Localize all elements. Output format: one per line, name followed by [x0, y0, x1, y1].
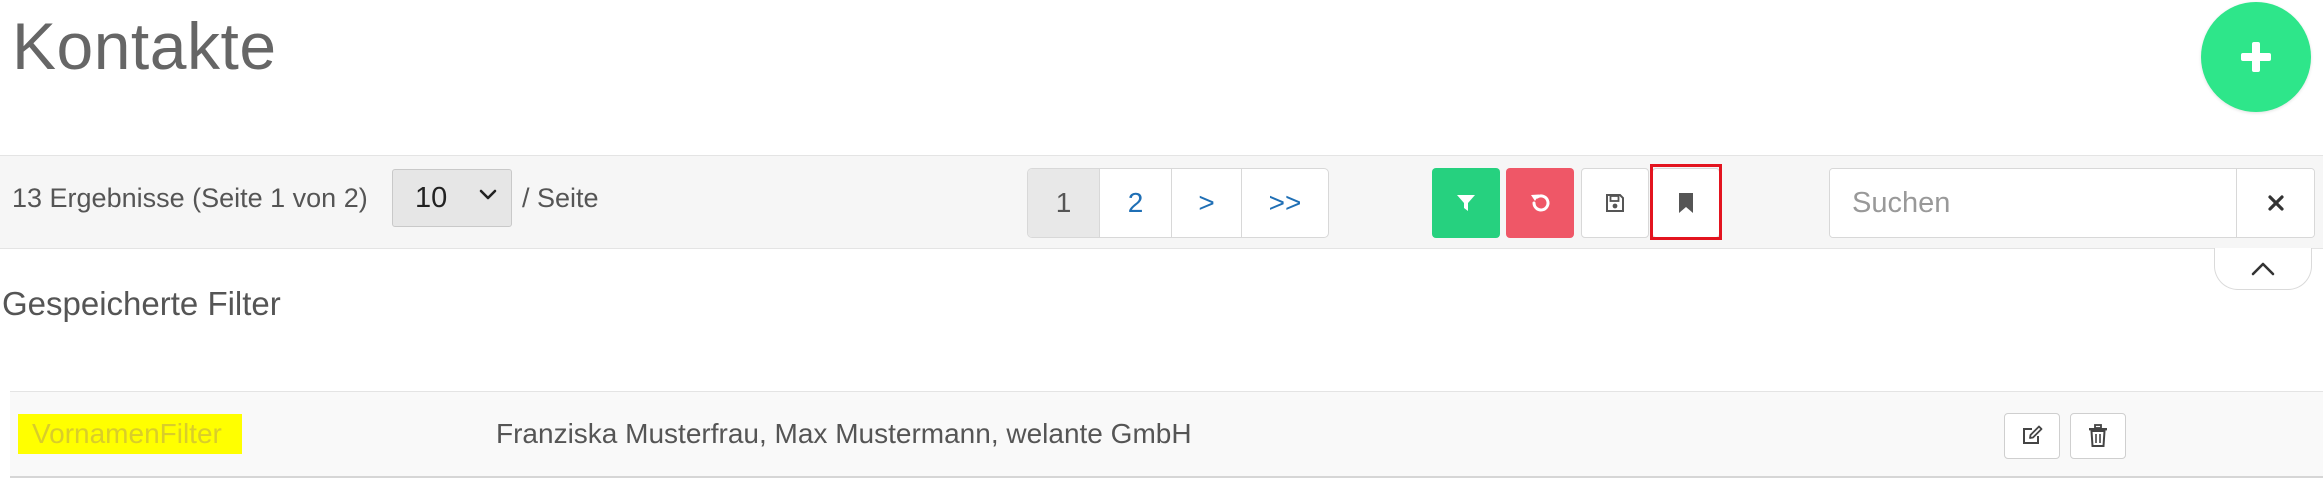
saved-filters-heading: Gespeicherte Filter: [2, 285, 281, 322]
edit-icon: [2023, 425, 2043, 444]
collapse-saved-filters-button[interactable]: [2214, 248, 2312, 290]
filter-icon: [1457, 195, 1475, 211]
last-page-button[interactable]: >>: [1242, 169, 1328, 237]
add-contact-button[interactable]: [2201, 2, 2311, 112]
bookmark-icon: [1679, 193, 1693, 213]
per-page-select[interactable]: 10: [392, 169, 512, 227]
chevron-up-icon: [2251, 262, 2275, 275]
page-title: Kontakte: [12, 9, 277, 83]
saved-filter-values: Franziska Musterfrau, Max Mustermann, we…: [496, 418, 1192, 449]
reset-filter-button[interactable]: [1506, 168, 1574, 238]
trash-icon: [2089, 424, 2107, 447]
search-input[interactable]: [1830, 169, 2236, 237]
page-2-button[interactable]: 2: [1100, 169, 1172, 237]
results-count: 13 Ergebnisse (Seite 1 von 2): [12, 183, 368, 213]
floppy-disk-icon: [1606, 194, 1624, 212]
contacts-page: Kontakte 13 Ergebnisse (Seite 1 von 2) 1…: [0, 0, 2323, 483]
filter-button[interactable]: [1432, 168, 1500, 238]
undo-icon: [1531, 194, 1550, 212]
per-page-value: 10: [415, 181, 448, 214]
saved-filter-name-link[interactable]: VornamenFilter: [18, 414, 242, 454]
next-page-button[interactable]: >: [1172, 169, 1242, 237]
plus-icon: [2241, 42, 2271, 72]
per-page-suffix: / Seite: [522, 183, 599, 213]
list-toolbar: 13 Ergebnisse (Seite 1 von 2) 10 / Seite…: [0, 155, 2323, 249]
search-box: [1829, 168, 2315, 238]
saved-filters-button[interactable]: [1652, 168, 1720, 238]
close-icon: [2267, 195, 2284, 211]
saved-filter-row: VornamenFilter Franziska Musterfrau, Max…: [10, 391, 2323, 478]
pagination: 1 2 > >>: [1027, 168, 1329, 238]
page-1-button[interactable]: 1: [1028, 169, 1100, 237]
delete-filter-button[interactable]: [2070, 413, 2126, 459]
edit-filter-button[interactable]: [2004, 413, 2060, 459]
save-filter-button[interactable]: [1581, 168, 1649, 238]
clear-search-button[interactable]: [2236, 169, 2314, 237]
chevron-down-icon: [479, 189, 497, 200]
